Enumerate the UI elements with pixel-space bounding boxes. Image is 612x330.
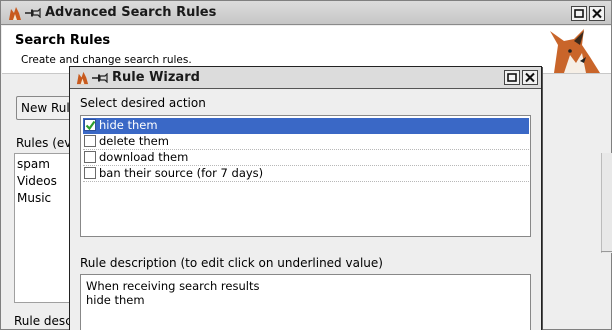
description-line[interactable]: hide them (86, 293, 145, 307)
description-line: When receiving search results (86, 279, 260, 293)
action-list[interactable]: hide them delete them download them ban … (80, 115, 531, 237)
action-checkbox[interactable] (84, 119, 96, 131)
header-subtitle: Create and change search rules. (21, 54, 192, 66)
rule-item-music[interactable]: Music (17, 191, 51, 205)
wizard-close-button[interactable] (522, 70, 538, 85)
rule-item-spam[interactable]: spam (17, 157, 50, 171)
action-label: hide them (99, 118, 158, 132)
window-title: Advanced Search Rules (45, 5, 217, 20)
action-ban-source[interactable]: ban their source (for 7 days) (83, 166, 529, 182)
rule-description-box[interactable]: When receiving search results hide them (80, 274, 531, 330)
checkmark-icon (85, 120, 96, 131)
fox-app-icon (76, 71, 89, 85)
maximize-icon (574, 9, 584, 18)
action-checkbox[interactable] (84, 151, 96, 163)
close-icon (592, 8, 602, 19)
close-button[interactable] (589, 6, 605, 21)
fox-app-icon (9, 7, 21, 20)
right-scrollbar[interactable] (601, 153, 612, 253)
main-titlebar[interactable]: Advanced Search Rules (1, 1, 611, 25)
select-action-label: Select desired action (80, 96, 206, 110)
pin-icon[interactable] (25, 8, 41, 18)
header-title: Search Rules (15, 33, 111, 48)
maximize-icon (507, 73, 517, 82)
right-divider (601, 251, 612, 252)
action-checkbox[interactable] (84, 135, 96, 147)
wizard-maximize-button[interactable] (504, 70, 520, 85)
action-checkbox[interactable] (84, 167, 96, 179)
action-hide-them[interactable]: hide them (83, 118, 529, 134)
action-delete-them[interactable]: delete them (83, 134, 529, 150)
rule-item-videos[interactable]: Videos (17, 174, 57, 188)
rule-description-label: Rule description (to edit click on under… (80, 256, 383, 270)
rule-description-label: Rule desc (14, 314, 72, 328)
pin-icon[interactable] (92, 73, 108, 83)
wizard-title: Rule Wizard (112, 70, 200, 85)
wizard-titlebar[interactable]: Rule Wizard (70, 67, 541, 89)
fox-logo (550, 29, 600, 73)
action-download-them[interactable]: download them (83, 150, 529, 166)
maximize-button[interactable] (571, 6, 587, 21)
action-label: download them (99, 150, 189, 164)
action-label: delete them (99, 134, 169, 148)
close-icon (525, 72, 535, 83)
rule-wizard-dialog: Rule Wizard Select desired action hide t… (69, 66, 542, 330)
right-panel (543, 91, 603, 321)
action-label: ban their source (for 7 days) (99, 166, 264, 180)
